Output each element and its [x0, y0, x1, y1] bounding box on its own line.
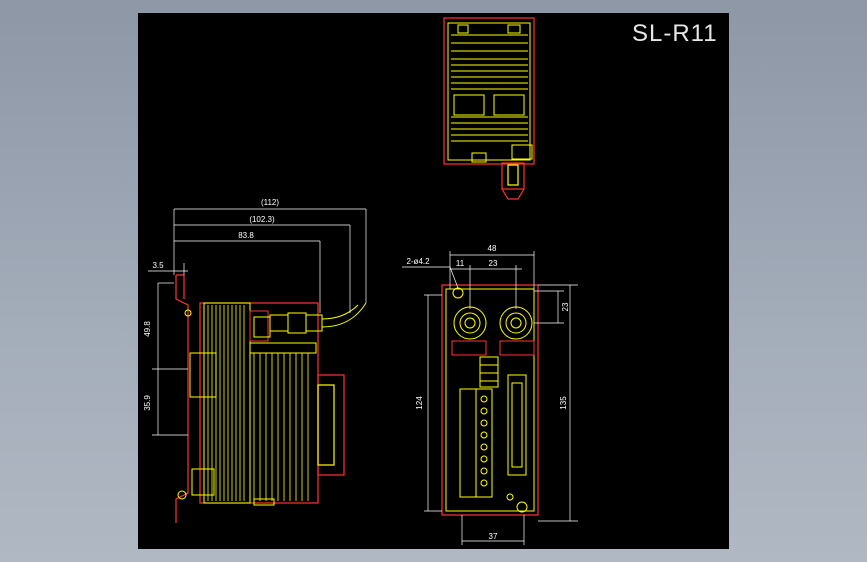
front-dsub-connector	[507, 374, 527, 476]
side-heatsink-fins	[207, 305, 309, 501]
side-view: (112) (102.3) 83.8 3.5 49.8 35.9	[143, 198, 367, 523]
side-mount-plate	[175, 274, 189, 523]
dim-overall-length: (112)	[261, 198, 279, 207]
dim-body-length: (102.3)	[249, 215, 275, 224]
dim-hole-callout: 2-ø4.2	[406, 257, 430, 266]
side-heatsink	[203, 302, 251, 504]
dim-front-top: 23	[561, 302, 570, 311]
dim-tab: 3.5	[152, 261, 164, 270]
top-view-connector	[501, 162, 525, 200]
top-view-frame	[447, 22, 531, 161]
top-view	[443, 17, 535, 200]
front-dimensions	[402, 251, 578, 545]
dim-lower-height: 35.9	[143, 395, 152, 411]
cad-drawing: (112) (102.3) 83.8 3.5 49.8 35.9 48 11 2…	[143, 17, 578, 545]
front-mount-holes	[452, 287, 528, 513]
top-view-fins	[451, 34, 528, 142]
front-terminal-block	[459, 388, 493, 498]
dim-front-bottom: 37	[489, 532, 498, 541]
front-connectors	[451, 306, 535, 356]
drawing-title: SL-R11	[632, 20, 718, 47]
dim-front-offset: 11	[456, 259, 465, 268]
dim-depth: 83.8	[238, 231, 254, 240]
side-dimensions	[148, 208, 367, 436]
dim-front-width: 48	[488, 244, 497, 253]
front-view: 48 11 23 2-ø4.2 23 124 135 37	[402, 244, 578, 545]
dim-height-inner: 124	[415, 396, 424, 410]
dim-upper-height: 49.8	[143, 321, 152, 337]
front-dip-switch	[479, 356, 499, 388]
top-view-body	[443, 17, 535, 165]
dim-height-total: 135	[559, 396, 568, 410]
drawing-viewport[interactable]: (112) (102.3) 83.8 3.5 49.8 35.9 48 11 2…	[138, 13, 729, 549]
side-cable-connector	[249, 302, 367, 354]
dim-front-pitch: 23	[489, 259, 498, 268]
front-body	[441, 284, 539, 516]
side-connector-block	[317, 374, 345, 476]
